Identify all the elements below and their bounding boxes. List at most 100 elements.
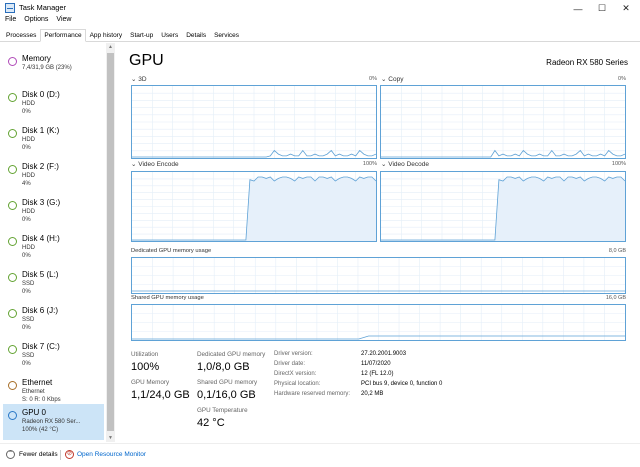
resource-monitor-icon[interactable]: ⊘: [65, 450, 74, 459]
sidebar-item-detail: HDD: [22, 209, 35, 215]
sidebar-item-usage: 0%: [22, 361, 31, 367]
sidebar-item-detail: SSD: [22, 281, 35, 287]
resource-indicator-icon: [8, 381, 17, 390]
engine-3d-graph: [131, 85, 377, 159]
dedicated-memory-graph-label: Dedicated GPU memory usage: [131, 248, 212, 254]
sidebar-item-name: Disk 1 (K:): [22, 126, 60, 135]
engine-copy-name: Copy: [388, 76, 404, 83]
gpu-panel: GPU Radeon RX 580 Series ⌄ 3D 0% ⌄ Copy …: [117, 43, 640, 443]
dedicated-memory-graph: [131, 257, 626, 294]
engine-video-encode-name: Video Encode: [138, 161, 179, 168]
sidebar-item-disk-3-g[interactable]: Disk 3 (G:) HDD 0%: [3, 194, 104, 230]
title-bar: Task Manager — ☐ ✕: [0, 0, 640, 17]
shared-gpu-memory-label: Shared GPU memory: [197, 379, 258, 386]
gpu-temperature-label: GPU Temperature: [197, 407, 248, 414]
scroll-up-icon[interactable]: ▲: [106, 43, 115, 51]
sidebar-item-name: Disk 7 (C:): [22, 342, 60, 351]
sidebar-item-disk-2-f[interactable]: Disk 2 (F:) HDD 4%: [3, 158, 104, 194]
sidebar-item-disk-5-l[interactable]: Disk 5 (L:) SSD 0%: [3, 266, 104, 302]
sidebar-item-detail: Ethernet: [22, 389, 45, 395]
gpu-temperature-value: 42 °C: [197, 417, 225, 429]
resource-sidebar: Memory 7,4/31,9 GB (23%) Disk 0 (D:) HDD 0% D…: [3, 50, 104, 442]
footer-bar: ⌃ Fewer details ⊘ Open Resource Monitor: [0, 443, 640, 467]
sidebar-item-usage: 0%: [22, 325, 31, 331]
shared-memory-graph-max: 16,0 GB: [605, 295, 626, 301]
tab-details[interactable]: Details: [182, 29, 210, 41]
fewer-details-icon[interactable]: ⌃: [6, 450, 15, 459]
physical-location-label: Physical location:: [274, 381, 321, 387]
resource-indicator-icon: [8, 345, 17, 354]
tab-users[interactable]: Users: [157, 29, 182, 41]
fewer-details-link[interactable]: Fewer details: [19, 451, 58, 458]
sidebar-item-name: GPU 0: [22, 408, 47, 417]
maximize-icon[interactable]: ☐: [590, 0, 614, 17]
engine-3d-label[interactable]: ⌄ 3D: [131, 75, 147, 83]
scroll-down-icon[interactable]: ▼: [106, 434, 115, 442]
footer-divider: [60, 450, 61, 460]
engine-3d-pct: 0%: [369, 76, 377, 82]
sidebar-item-usage: S: 0 R: 0 Kbps: [22, 397, 61, 403]
menu-options[interactable]: Options: [24, 16, 48, 28]
gpu-memory-value: 1,1/24,0 GB: [131, 389, 190, 401]
hardware-reserved-memory-label: Hardware reserved memory:: [274, 391, 351, 397]
sidebar-item-disk-1-k[interactable]: Disk 1 (K:) HDD 0%: [3, 122, 104, 158]
sidebar-item-disk-6-j[interactable]: Disk 6 (J:) SSD 0%: [3, 302, 104, 338]
tab-performance[interactable]: Performance: [40, 29, 86, 42]
tab-processes[interactable]: Processes: [2, 29, 40, 41]
engine-video-encode-label[interactable]: ⌄ Video Encode: [131, 160, 179, 168]
resource-indicator-icon: [8, 93, 17, 102]
engine-copy-label[interactable]: ⌄ Copy: [381, 75, 403, 83]
sidebar-item-name: Disk 4 (H:): [22, 234, 60, 243]
sidebar-item-name: Disk 2 (F:): [22, 162, 59, 171]
menu-view[interactable]: View: [56, 16, 71, 28]
graph-canvas: [132, 258, 625, 293]
shared-gpu-memory-value: 0,1/16,0 GB: [197, 389, 256, 401]
menu-file[interactable]: File: [5, 16, 16, 28]
sidebar-item-disk-4-h[interactable]: Disk 4 (H:) HDD 0%: [3, 230, 104, 266]
sidebar-item-detail: HDD: [22, 173, 35, 179]
engine-video-encode-graph: [131, 171, 377, 242]
sidebar-item-usage: 0%: [22, 145, 31, 151]
scrollbar-thumb[interactable]: [107, 53, 114, 431]
graph-canvas: [132, 86, 376, 158]
sidebar-item-name: Disk 0 (D:): [22, 90, 60, 99]
sidebar-item-name: Disk 5 (L:): [22, 270, 59, 279]
tab-startup[interactable]: Start-up: [126, 29, 157, 41]
dedicated-gpu-memory-value: 1,0/8,0 GB: [197, 361, 250, 373]
sidebar-item-name: Disk 6 (J:): [22, 306, 58, 315]
engine-video-decode-label[interactable]: ⌄ Video Decode: [381, 160, 429, 168]
sidebar-item-detail: HDD: [22, 245, 35, 251]
graph-canvas: [132, 305, 625, 340]
sidebar-item-usage: 4%: [22, 181, 31, 187]
open-resource-monitor-link[interactable]: Open Resource Monitor: [77, 451, 146, 458]
sidebar-item-disk-7-c[interactable]: Disk 7 (C:) SSD 0%: [3, 338, 104, 374]
sidebar-item-disk-0-d[interactable]: Disk 0 (D:) HDD 0%: [3, 86, 104, 122]
resource-indicator-icon: [8, 309, 17, 318]
sidebar-item-gpu-0[interactable]: GPU 0 Radeon RX 580 Ser... 100% (42 °C): [3, 404, 104, 440]
resource-indicator-icon: [8, 129, 17, 138]
engine-3d-name: 3D: [138, 76, 147, 83]
sidebar-item-detail: 7,4/31,9 GB (23%): [22, 65, 72, 71]
resource-indicator-icon: [8, 273, 17, 282]
hardware-reserved-memory-value: 20,2 MB: [361, 391, 384, 397]
graph-area: [381, 177, 625, 241]
sidebar-item-usage: 0%: [22, 109, 31, 115]
sidebar-item-name: Disk 3 (G:): [22, 198, 61, 207]
resource-indicator-icon: [8, 237, 17, 246]
tab-app-history[interactable]: App history: [86, 29, 127, 41]
sidebar-item-usage: 0%: [22, 253, 31, 259]
directx-version-value: 12 (FL 12.0): [361, 371, 394, 377]
gpu-model-name: Radeon RX 580 Series: [546, 58, 628, 67]
shared-memory-graph-label: Shared GPU memory usage: [131, 295, 204, 301]
menu-bar: File Options View: [0, 16, 71, 28]
tab-services[interactable]: Services: [210, 29, 243, 41]
sidebar-scrollbar[interactable]: ▲ ▼: [106, 43, 115, 442]
sidebar-item-memory[interactable]: Memory 7,4/31,9 GB (23%): [3, 50, 104, 86]
page-title: GPU: [129, 52, 164, 69]
sidebar-item-name: Memory: [22, 54, 51, 63]
engine-video-decode-pct: 100%: [611, 161, 626, 167]
minimize-icon[interactable]: —: [566, 0, 590, 17]
tab-bar: Processes Performance App history Start-…: [0, 29, 640, 42]
close-icon[interactable]: ✕: [614, 0, 638, 17]
resource-indicator-icon: [8, 411, 17, 420]
